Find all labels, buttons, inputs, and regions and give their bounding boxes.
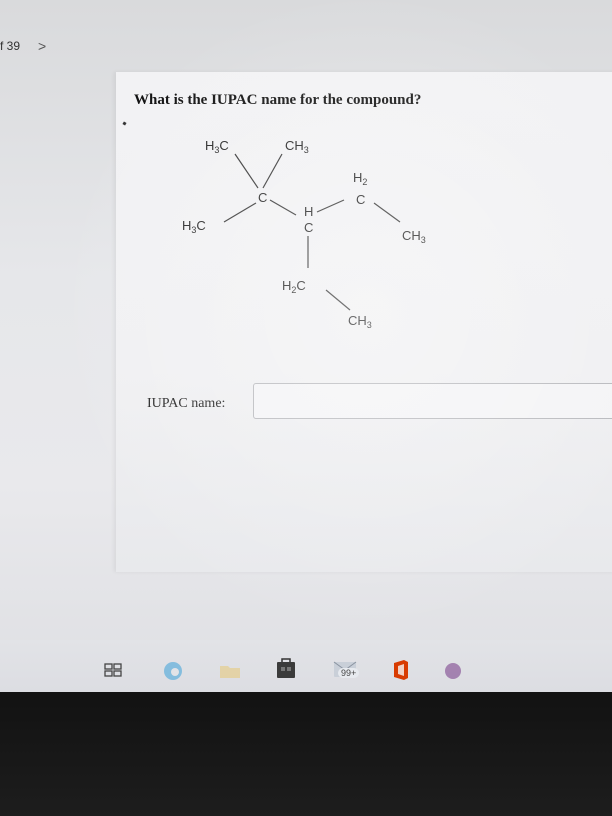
monitor-bezel (0, 692, 612, 816)
label-ch2-bottom: H2C (282, 278, 306, 295)
label-ch2-top: H2 (353, 170, 367, 187)
app-icon[interactable] (442, 660, 464, 682)
label-ch3-top-left: H3C (205, 138, 229, 155)
label-ch3-bottom: CH3 (348, 313, 372, 330)
label-ch-c: C (304, 220, 313, 235)
label-ch3-right: CH3 (402, 228, 426, 245)
task-view-icon[interactable] (104, 662, 122, 678)
bond-c-ch (269, 199, 297, 216)
file-explorer-icon[interactable] (218, 662, 242, 680)
store-icon[interactable] (275, 656, 297, 680)
bond-left (223, 202, 257, 223)
office-icon[interactable] (390, 658, 412, 682)
mail-icon[interactable]: 99+ (330, 658, 360, 682)
notification-badge: 99+ (338, 668, 360, 678)
label-ch-h: H (304, 204, 313, 219)
label-ch3-left: H3C (182, 218, 206, 235)
bond-ch2-ch3 (373, 202, 401, 223)
iupac-name-label: IUPAC name: (147, 396, 226, 411)
question-prompt: What is the IUPAC name for the compound? (134, 92, 422, 108)
bond-top-left (234, 153, 259, 189)
bond-ch2-ch3-down (325, 289, 351, 311)
molecule-structure-diagram: H3C CH3 C H3C H C H2 C CH3 H2C CH3 (182, 138, 426, 330)
label-c-quaternary: C (258, 190, 267, 205)
iupac-name-input[interactable] (253, 383, 612, 419)
screen: f 39 > What is the IUPAC name for the co… (0, 0, 612, 692)
taskbar: 99+ (0, 640, 612, 692)
page-indicator: f 39 (0, 39, 21, 53)
bond-top-right (262, 153, 283, 189)
label-ch2-top-c: C (356, 192, 365, 207)
bond-ch-ch2 (316, 199, 345, 213)
question-navigation: f 39 > (0, 36, 46, 56)
next-question-chevron-icon[interactable]: > (38, 38, 46, 54)
label-ch3-top-right: CH3 (285, 138, 309, 155)
edge-icon[interactable] (162, 660, 184, 682)
